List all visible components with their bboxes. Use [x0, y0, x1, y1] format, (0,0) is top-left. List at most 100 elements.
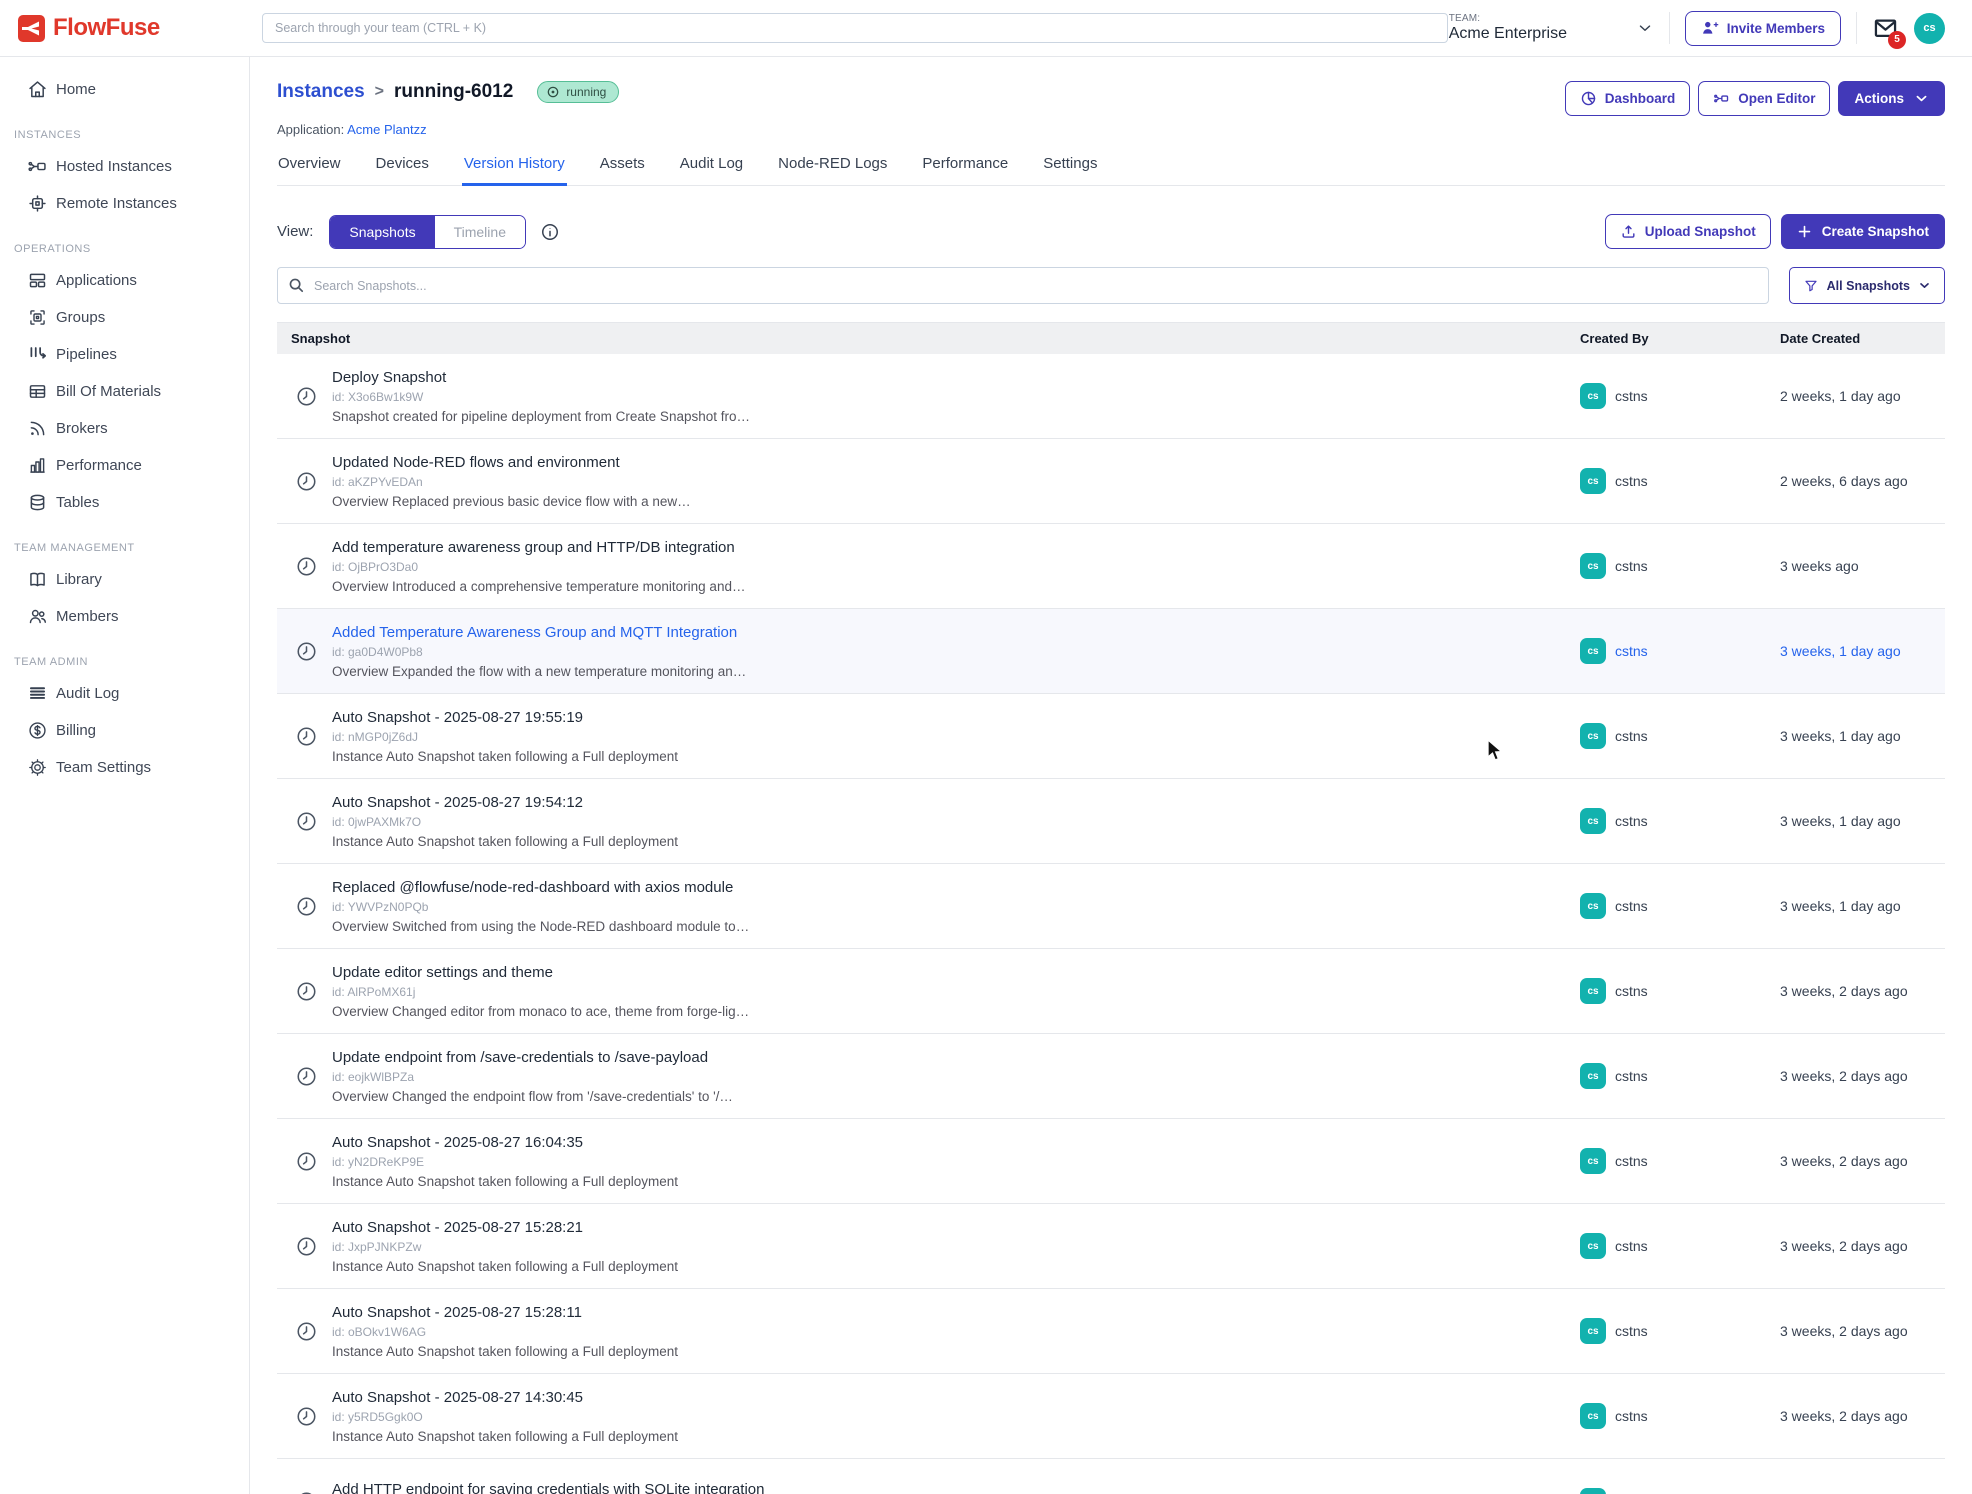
page-title: running-6012 — [394, 81, 513, 103]
divider — [1856, 12, 1857, 44]
snapshot-description: Instance Auto Snapshot taken following a… — [332, 749, 678, 764]
sidebar-item-label: Brokers — [56, 420, 108, 437]
snapshot-id: id: 0jwPAXMk7O — [332, 815, 678, 829]
snapshot-title[interactable]: Updated Node-RED flows and environment — [332, 454, 691, 471]
create-snapshot-label: Create Snapshot — [1822, 224, 1929, 239]
sidebar-item-tables[interactable]: Tables — [0, 484, 249, 521]
table-row[interactable]: Update editor settings and theme id: AlR… — [277, 949, 1945, 1034]
tab-audit-log[interactable]: Audit Log — [680, 155, 743, 185]
snapshot-id: id: y5RD5Ggk0O — [332, 1410, 678, 1424]
snapshot-title[interactable]: Auto Snapshot - 2025-08-27 15:28:11 — [332, 1304, 678, 1321]
dashboard-button[interactable]: Dashboard — [1565, 81, 1691, 116]
snapshot-title[interactable]: Update editor settings and theme — [332, 964, 749, 981]
invite-members-button[interactable]: Invite Members — [1685, 11, 1841, 46]
snapshot-filter-dropdown[interactable]: All Snapshots — [1789, 267, 1945, 304]
team-selector[interactable]: TEAM: Acme Enterprise — [1449, 13, 1654, 43]
view-option-snapshots[interactable]: Snapshots — [330, 216, 434, 248]
column-header-snapshot: Snapshot — [277, 331, 1580, 346]
date-created: 2 weeks, 6 days ago — [1780, 473, 1945, 489]
sidebar-item-billing[interactable]: Billing — [0, 712, 249, 749]
tab-node-red-logs[interactable]: Node-RED Logs — [778, 155, 887, 185]
table-row[interactable]: Auto Snapshot - 2025-08-27 19:55:19 id: … — [277, 694, 1945, 779]
team-name: Acme Enterprise — [1449, 25, 1567, 43]
upload-snapshot-button[interactable]: Upload Snapshot — [1605, 214, 1771, 249]
flowfuse-logo[interactable]: FlowFuse — [0, 14, 250, 42]
avatar: cs — [1580, 1488, 1606, 1494]
tab-performance[interactable]: Performance — [922, 155, 1008, 185]
status-badge: running — [537, 81, 619, 103]
sidebar-item-library[interactable]: Library — [0, 561, 249, 598]
sidebar-item-brokers[interactable]: Brokers — [0, 410, 249, 447]
snapshot-description: Instance Auto Snapshot taken following a… — [332, 1344, 678, 1359]
sidebar-item-performance[interactable]: Performance — [0, 447, 249, 484]
snapshot-id: id: JxpPJNKPZw — [332, 1240, 678, 1254]
created-by-name: cstns — [1615, 1153, 1648, 1169]
snapshot-title[interactable]: Auto Snapshot - 2025-08-27 19:54:12 — [332, 794, 678, 811]
actions-button[interactable]: Actions — [1838, 81, 1945, 116]
table-row[interactable]: Auto Snapshot - 2025-08-27 15:28:21 id: … — [277, 1204, 1945, 1289]
user-avatar[interactable]: cs — [1914, 13, 1945, 44]
open-editor-button[interactable]: Open Editor — [1698, 81, 1830, 116]
snapshot-title[interactable]: Add HTTP endpoint for saving credentials… — [332, 1481, 764, 1494]
clock-icon — [295, 1065, 318, 1088]
sidebar-item-bill-of-materials[interactable]: Bill Of Materials — [0, 373, 249, 410]
date-created: 3 weeks, 1 day ago — [1780, 643, 1945, 659]
application-link[interactable]: Acme Plantzz — [347, 122, 426, 137]
snapshot-description: Overview Switched from using the Node-RE… — [332, 919, 749, 934]
tab-devices[interactable]: Devices — [376, 155, 429, 185]
sidebar-section-team-management: TEAM MANAGEMENT — [0, 542, 249, 554]
created-by-name: cstns — [1615, 1238, 1648, 1254]
table-row[interactable]: Updated Node-RED flows and environment i… — [277, 439, 1945, 524]
create-snapshot-button[interactable]: Create Snapshot — [1781, 214, 1945, 249]
created-by-cell: cs cstns — [1580, 1403, 1780, 1429]
sidebar-item-remote-instances[interactable]: Remote Instances — [0, 185, 249, 222]
snapshot-title[interactable]: Add temperature awareness group and HTTP… — [332, 539, 745, 556]
snapshot-title[interactable]: Auto Snapshot - 2025-08-27 16:04:35 — [332, 1134, 678, 1151]
snapshot-title[interactable]: Deploy Snapshot — [332, 369, 750, 386]
table-row[interactable]: Auto Snapshot - 2025-08-27 16:04:35 id: … — [277, 1119, 1945, 1204]
table-row[interactable]: Replaced @flowfuse/node-red-dashboard wi… — [277, 864, 1945, 949]
tab-version-history[interactable]: Version History — [464, 155, 565, 185]
team-search-input[interactable] — [262, 13, 1448, 43]
sidebar-item-applications[interactable]: Applications — [0, 262, 249, 299]
sidebar-item-team-settings[interactable]: Team Settings — [0, 749, 249, 786]
notifications-button[interactable]: 5 — [1872, 15, 1899, 42]
table-row[interactable]: Deploy Snapshot id: X3o6Bw1k9W Snapshot … — [277, 354, 1945, 439]
table-row[interactable]: Auto Snapshot - 2025-08-27 14:30:45 id: … — [277, 1374, 1945, 1459]
avatar: cs — [1580, 638, 1606, 664]
sidebar-item-home[interactable]: Home — [0, 71, 249, 108]
created-by-cell: cs cstns — [1580, 383, 1780, 409]
tab-settings[interactable]: Settings — [1043, 155, 1097, 185]
snapshot-title[interactable]: Replaced @flowfuse/node-red-dashboard wi… — [332, 879, 749, 896]
sidebar-item-hosted-instances[interactable]: Hosted Instances — [0, 148, 249, 185]
snapshot-id: id: oBOkv1W6AG — [332, 1325, 678, 1339]
snapshot-title[interactable]: Update endpoint from /save-credentials t… — [332, 1049, 733, 1066]
table-row[interactable]: Added Temperature Awareness Group and MQ… — [277, 609, 1945, 694]
sidebar-item-pipelines[interactable]: Pipelines — [0, 336, 249, 373]
tab-assets[interactable]: Assets — [600, 155, 645, 185]
breadcrumb-instances-link[interactable]: Instances — [277, 81, 365, 103]
clock-icon — [295, 385, 318, 408]
snapshot-title[interactable]: Auto Snapshot - 2025-08-27 19:55:19 — [332, 709, 678, 726]
view-option-timeline[interactable]: Timeline — [435, 216, 525, 248]
date-created: 3 weeks, 1 day ago — [1780, 898, 1945, 914]
sidebar-item-members[interactable]: Members — [0, 598, 249, 635]
table-row[interactable]: Add HTTP endpoint for saving credentials… — [277, 1459, 1945, 1494]
table-row[interactable]: Auto Snapshot - 2025-08-27 19:54:12 id: … — [277, 779, 1945, 864]
sidebar-item-label: Audit Log — [56, 685, 119, 702]
date-created: 3 weeks ago — [1780, 558, 1945, 574]
snapshot-title[interactable]: Added Temperature Awareness Group and MQ… — [332, 624, 746, 641]
snapshot-id: id: nMGP0jZ6dJ — [332, 730, 678, 744]
sidebar-item-audit-log[interactable]: Audit Log — [0, 675, 249, 712]
snapshot-search-input[interactable] — [277, 267, 1769, 304]
table-row[interactable]: Auto Snapshot - 2025-08-27 15:28:11 id: … — [277, 1289, 1945, 1374]
created-by-cell: cs cstns — [1580, 1488, 1780, 1494]
snapshot-title[interactable]: Auto Snapshot - 2025-08-27 14:30:45 — [332, 1389, 678, 1406]
table-row[interactable]: Update endpoint from /save-credentials t… — [277, 1034, 1945, 1119]
clock-icon — [295, 810, 318, 833]
tab-overview[interactable]: Overview — [278, 155, 341, 185]
table-row[interactable]: Add temperature awareness group and HTTP… — [277, 524, 1945, 609]
info-icon[interactable] — [540, 222, 560, 242]
sidebar-item-groups[interactable]: Groups — [0, 299, 249, 336]
snapshot-title[interactable]: Auto Snapshot - 2025-08-27 15:28:21 — [332, 1219, 678, 1236]
